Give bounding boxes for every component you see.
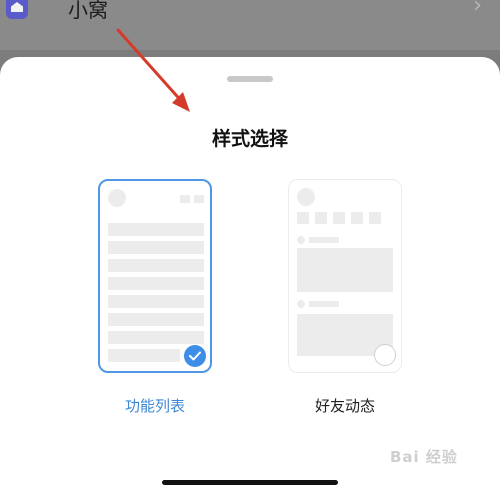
watermark: Bai 经验 [390,448,458,466]
annotation-arrow-icon [116,28,190,112]
